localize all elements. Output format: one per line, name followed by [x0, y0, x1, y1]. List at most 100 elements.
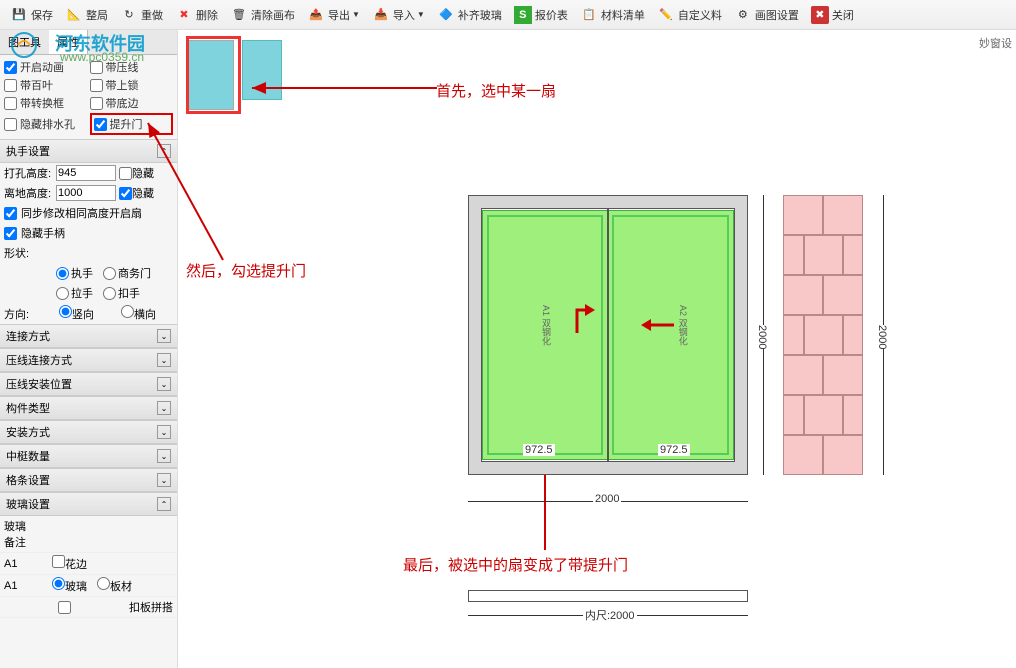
check-convert[interactable]: 带转换框 [4, 95, 88, 111]
glass-radio[interactable]: 玻璃 [52, 577, 87, 594]
tab-properties[interactable]: 属性 [49, 30, 88, 54]
right-status: 妙窗设 [979, 35, 1012, 51]
quote-icon: S [514, 6, 532, 24]
a1-huabian-row: A1 花边 [0, 553, 177, 575]
dim-sash-left: 972.5 [523, 444, 555, 456]
hole-height-row: 打孔高度: 隐藏 [0, 163, 177, 183]
custom-button[interactable]: ✏️自定义料 [651, 6, 728, 24]
handle-section-header[interactable]: 执手设置⌃ [0, 139, 177, 163]
glass-button[interactable]: 🔷补齐玻璃 [431, 6, 508, 24]
expand-icon: ⌄ [157, 353, 171, 367]
check-louver[interactable]: 带百叶 [4, 77, 88, 93]
expand-icon: ⌄ [157, 401, 171, 415]
tab-tools[interactable]: 图工具 [0, 30, 49, 54]
grid-section[interactable]: 格条设置⌄ [0, 468, 177, 492]
koubanpin-row[interactable]: 扣板拼搭 [0, 597, 177, 618]
check-bottom[interactable]: 带底边 [90, 95, 174, 111]
frame[interactable]: A1 双钢化 A2 双钢化 [468, 195, 748, 475]
wall-section [783, 195, 863, 475]
export-button[interactable]: 📤导出▼ [301, 6, 366, 24]
custom-icon: ✏️ [657, 6, 675, 24]
glass-note-input[interactable] [31, 528, 173, 540]
import-button[interactable]: 📥导入▼ [366, 6, 431, 24]
mullion-section[interactable]: 中梃数量⌄ [0, 444, 177, 468]
redo-icon: ↻ [120, 6, 138, 24]
hide-handle-row[interactable]: 隐藏手柄 [0, 223, 177, 243]
press-connect-section[interactable]: 压线连接方式⌄ [0, 348, 177, 372]
redo-button[interactable]: ↻重做 [114, 6, 169, 24]
clear-icon: 🗑 [230, 6, 248, 24]
material-icon: 📋 [580, 6, 598, 24]
check-drain[interactable]: 隐藏排水孔 [4, 113, 88, 135]
connect-section[interactable]: 连接方式⌄ [0, 324, 177, 348]
panel-radio[interactable]: 板材 [97, 577, 132, 594]
glass-icon: 🔷 [437, 6, 455, 24]
annotation-first: 首先，选中某一扇 [436, 80, 556, 101]
collapse-icon: ⌃ [157, 497, 171, 511]
expand-icon: ⌄ [157, 329, 171, 343]
close-button[interactable]: ✖关闭 [805, 6, 860, 24]
expand-icon: ⌄ [157, 449, 171, 463]
thumbnail-1[interactable] [188, 40, 234, 110]
import-icon: 📥 [372, 6, 390, 24]
settings-button[interactable]: ⚙画图设置 [728, 6, 805, 24]
material-button[interactable]: 📋材料清单 [574, 6, 651, 24]
check-lock[interactable]: 带上锁 [90, 77, 174, 93]
check-lift-door[interactable]: 提升门 [90, 113, 174, 135]
dir-vertical[interactable]: 竖向 [59, 305, 111, 322]
save-icon: 💾 [10, 6, 28, 24]
ground-height-hide[interactable] [119, 187, 132, 200]
thumbnail-row [188, 40, 282, 110]
delete-button[interactable]: ✖删除 [169, 6, 224, 24]
slide-arrow-icon [639, 315, 679, 335]
save-button[interactable]: 💾保存 [4, 6, 59, 24]
gear-icon: ⚙ [734, 6, 752, 24]
export-icon: 📤 [307, 6, 325, 24]
sash-label-1: A1 双钢化 [540, 305, 553, 346]
main-toolbar: 💾保存 📐整局 ↻重做 ✖删除 🗑清除画布 📤导出▼ 📥导入▼ 🔷补齐玻璃 S报… [0, 0, 1016, 30]
layout-button[interactable]: 📐整局 [59, 6, 114, 24]
sash-label-2: A2 双钢化 [677, 305, 690, 346]
member-type-section[interactable]: 构件类型⌄ [0, 396, 177, 420]
properties-panel: 图工具 属性 开启动画 带压线 带百叶 带上锁 带转换框 带底边 隐藏排水孔 提… [0, 30, 178, 668]
huabian-check[interactable]: 花边 [52, 555, 87, 572]
hole-height-input[interactable] [56, 165, 116, 181]
shape-radios: 执手 商务门 拉手 扣手 [0, 263, 177, 303]
shape-buckle[interactable]: 扣手 [103, 285, 140, 301]
sash-left[interactable]: A1 双钢化 [482, 210, 608, 460]
glass-note-row: 玻璃备注 [0, 516, 177, 553]
thumbnail-2[interactable] [242, 40, 282, 100]
hole-height-hide[interactable] [119, 167, 132, 180]
shape-pull[interactable]: 拉手 [56, 285, 93, 301]
shape-handle[interactable]: 执手 [56, 265, 93, 281]
dim-inner: 内尺:2000 [583, 607, 637, 623]
install-type-section[interactable]: 安装方式⌄ [0, 420, 177, 444]
sync-row[interactable]: 同步修改相同高度开启扇 [0, 203, 177, 223]
sash-right[interactable]: A2 双钢化 [608, 210, 734, 460]
dim-width: 2000 [593, 493, 621, 505]
design-canvas[interactable]: 首先，选中某一扇 然后，勾选提升门 最后，被选中的扇变成了带提升门 A1 双钢化… [178, 30, 1016, 668]
layout-icon: 📐 [65, 6, 83, 24]
a1-glass-row: A1 玻璃 板材 [0, 575, 177, 597]
dir-horizontal[interactable]: 横向 [121, 305, 173, 322]
shape-business[interactable]: 商务门 [103, 265, 151, 281]
dropdown-icon: ▼ [417, 10, 425, 19]
collapse-icon: ⌃ [157, 144, 171, 158]
annotation-last: 最后，被选中的扇变成了带提升门 [403, 554, 628, 575]
dir-label: 方向: [4, 306, 55, 322]
expand-icon: ⌄ [157, 473, 171, 487]
check-animation[interactable]: 开启动画 [4, 59, 88, 75]
check-pressline[interactable]: 带压线 [90, 59, 174, 75]
glass-section[interactable]: 玻璃设置⌃ [0, 492, 177, 516]
annotation-then: 然后，勾选提升门 [186, 260, 306, 281]
dim-height: 2000 [754, 325, 770, 349]
ground-height-row: 离地高度: 隐藏 [0, 183, 177, 203]
dropdown-icon: ▼ [352, 10, 360, 19]
delete-icon: ✖ [175, 6, 193, 24]
quote-button[interactable]: S报价表 [508, 6, 574, 24]
plan-profile [468, 590, 748, 602]
clear-button[interactable]: 🗑清除画布 [224, 6, 301, 24]
press-pos-section[interactable]: 压线安装位置⌄ [0, 372, 177, 396]
dim-height-2: 2000 [874, 325, 890, 349]
ground-height-input[interactable] [56, 185, 116, 201]
